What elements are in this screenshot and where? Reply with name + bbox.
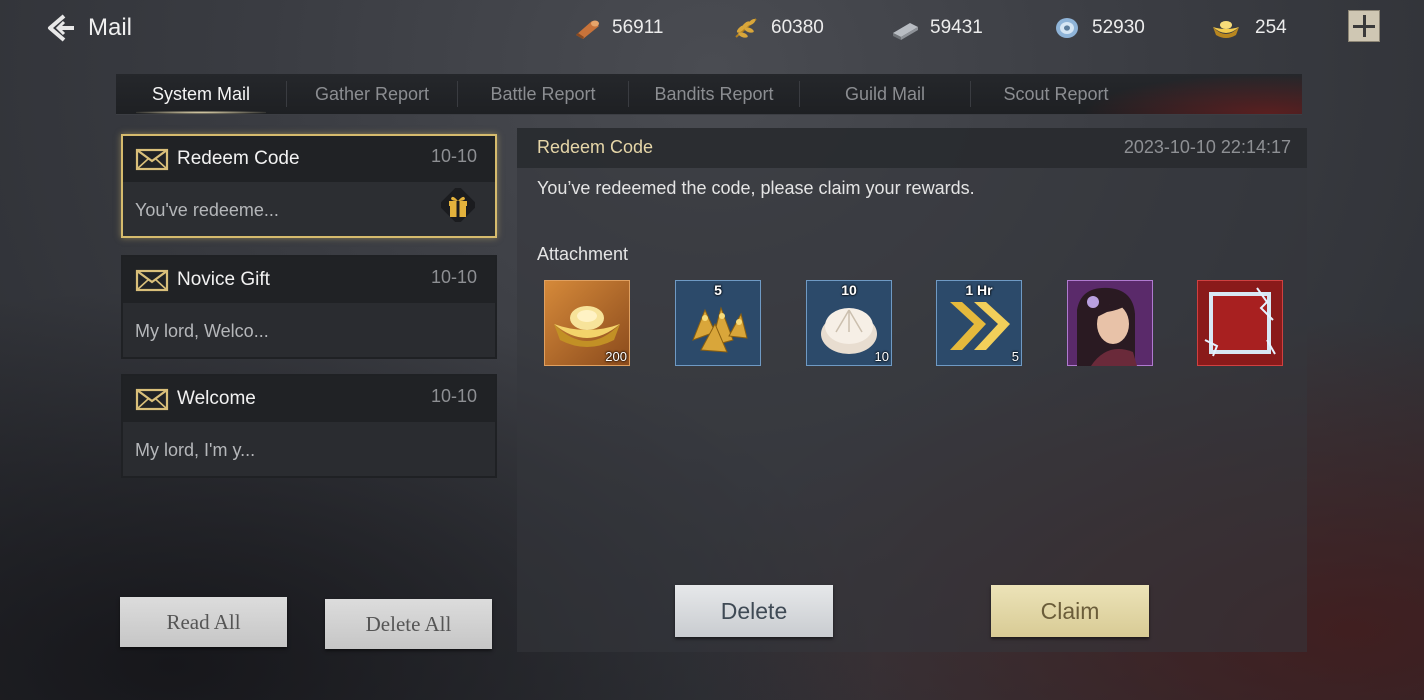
mail-detail-panel: Redeem Code 2023-10-10 22:14:17 You’ve r…: [517, 128, 1307, 652]
resource-silver[interactable]: 52930: [1052, 14, 1145, 42]
attachment-quantity: 5: [1011, 349, 1019, 364]
resource-value: 60380: [771, 17, 824, 38]
gold-ingot-item-icon[interactable]: 200: [544, 280, 630, 366]
tab-scout-report[interactable]: Scout Report: [971, 74, 1141, 114]
gold-ingot-icon: [1213, 21, 1239, 38]
mail-date: 10-10: [430, 267, 477, 287]
attachment-top-label: 5: [714, 282, 722, 298]
back-arrow-icon[interactable]: [44, 12, 78, 44]
mail-title: Redeem Code: [177, 148, 300, 169]
mail-title: Novice Gift: [177, 269, 270, 290]
steamed-bun-item-icon[interactable]: 10 10: [806, 280, 892, 366]
detail-body: You’ve redeemed the code, please claim y…: [537, 178, 975, 198]
mail-tabs: System Mail Gather Report Battle Report …: [116, 74, 1302, 115]
claim-button[interactable]: Claim: [991, 585, 1149, 637]
resource-gold[interactable]: 254: [1207, 14, 1287, 42]
mail-item-welcome[interactable]: Welcome 10-10 My lord, I'm y...: [121, 374, 497, 478]
resource-value: 56911: [612, 17, 664, 38]
tab-gather-report[interactable]: Gather Report: [287, 74, 457, 114]
mail-preview: My lord, I'm y...: [135, 440, 256, 460]
read-all-button[interactable]: Read All: [120, 597, 287, 647]
gold-badges-item-icon[interactable]: 5: [675, 280, 761, 366]
top-bar: Mail 56911 60380 59431 52930 254: [0, 0, 1424, 56]
plus-icon[interactable]: [1348, 10, 1380, 42]
detail-timestamp: 2023-10-10 22:14:17: [1123, 137, 1291, 157]
delete-all-button[interactable]: Delete All: [325, 599, 492, 649]
iron-icon: [893, 23, 918, 40]
tab-guild-mail[interactable]: Guild Mail: [800, 74, 970, 114]
envelope-icon: [135, 148, 169, 171]
resource-iron[interactable]: 59431: [890, 14, 983, 42]
delete-button[interactable]: Delete: [675, 585, 833, 637]
tab-bandits-report[interactable]: Bandits Report: [629, 74, 799, 114]
tab-battle-report[interactable]: Battle Report: [458, 74, 628, 114]
attachment-top-label: 1 Hr: [965, 282, 993, 298]
mail-title: Welcome: [177, 388, 256, 409]
mail-item-redeem-code[interactable]: Redeem Code 10-10 You've redeeme...: [121, 134, 497, 238]
envelope-icon: [135, 269, 169, 292]
resource-value: 59431: [930, 17, 983, 38]
wood-icon: [576, 20, 599, 39]
speedup-item-icon[interactable]: 1 Hr 5: [936, 280, 1022, 366]
mail-date: 10-10: [430, 146, 477, 166]
mail-date: 10-10: [430, 386, 477, 406]
attachment-quantity: 10: [874, 349, 889, 364]
attachment-quantity: 200: [605, 349, 627, 364]
attachment-top-label: 10: [841, 282, 857, 298]
resource-grain[interactable]: 60380: [731, 14, 824, 42]
envelope-icon: [135, 388, 169, 411]
grain-icon: [735, 18, 757, 38]
hero-portrait-item-icon[interactable]: [1067, 280, 1153, 366]
mail-preview: My lord, Welco...: [135, 321, 269, 341]
silver-icon: [1056, 18, 1078, 38]
gift-icon: [441, 188, 475, 222]
detail-title: Redeem Code: [537, 137, 654, 157]
attachment-label: Attachment: [537, 244, 629, 264]
resource-value: 52930: [1092, 17, 1145, 38]
mail-preview: You've redeeme...: [135, 200, 279, 220]
avatar-frame-item-icon[interactable]: [1197, 280, 1283, 366]
tab-system-mail[interactable]: System Mail: [116, 74, 286, 114]
mail-item-novice-gift[interactable]: Novice Gift 10-10 My lord, Welco...: [121, 255, 497, 359]
resource-value: 254: [1255, 17, 1287, 38]
page-title: Mail: [88, 14, 133, 41]
resource-wood[interactable]: 56911: [572, 14, 663, 42]
